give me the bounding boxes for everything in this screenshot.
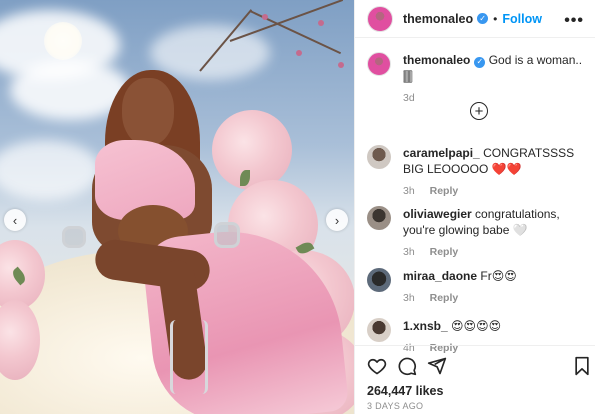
caption-age: 3d [403, 92, 415, 104]
load-more-comments-button[interactable]: + [470, 102, 488, 120]
flower-cluster [212, 110, 292, 190]
comment-age: 3h [403, 185, 415, 197]
plus-icon: + [474, 102, 484, 120]
share-icon[interactable] [427, 356, 447, 376]
post-date: 3 DAYS AGO [367, 401, 424, 411]
comment-age: 3h [403, 292, 415, 304]
chevron-left-icon: ‹ [12, 212, 18, 228]
post-photo[interactable]: ‹ › [0, 0, 354, 414]
post-side-panel: themonaleo ✓ • Follow ••• themonaleo ✓ Go… [354, 0, 595, 414]
header-username[interactable]: themonaleo [403, 12, 473, 26]
verified-badge-icon: ✓ [474, 56, 486, 68]
heel-decoration [170, 320, 208, 394]
bookmark-icon[interactable] [573, 356, 591, 376]
comment-text: Fr😍😍 [480, 269, 517, 283]
reply-button[interactable]: Reply [430, 246, 459, 258]
comment-text: 😍😍😍😍 [451, 319, 502, 333]
bud-decoration [296, 50, 302, 56]
comment-username[interactable]: caramelpapi_ [403, 146, 480, 160]
comment-item: caramelpapi_ CONGRATSSSS BIG LEOOOOO ❤️❤… [367, 145, 589, 199]
comment-username[interactable]: oliviawegier [403, 207, 472, 221]
comment-username[interactable]: miraa_daone [403, 269, 477, 283]
bangle-decoration [214, 222, 240, 248]
comment-icon[interactable] [397, 356, 417, 376]
bud-decoration [262, 14, 268, 20]
avatar[interactable] [367, 52, 391, 76]
cloud-decoration [0, 140, 100, 200]
bud-decoration [338, 62, 344, 68]
avatar[interactable] [367, 318, 391, 342]
avatar[interactable] [367, 206, 391, 230]
follow-button[interactable]: Follow [502, 12, 542, 26]
reply-button[interactable]: Reply [430, 185, 459, 197]
comment-item: oliviawegier congratulations, you're glo… [367, 206, 589, 260]
post-caption: themonaleo ✓ God is a woman.. 🀫 3d [367, 52, 587, 106]
branch-decoration [229, 0, 344, 42]
comment-age: 3h [403, 246, 415, 258]
avatar[interactable] [367, 268, 391, 292]
comment-username[interactable]: 1.xnsb_ [403, 319, 448, 333]
comment-item: miraa_daone Fr😍😍 3h Reply [367, 268, 589, 306]
likes-count[interactable]: 264,447 likes [367, 384, 443, 398]
bud-decoration [318, 20, 324, 26]
next-photo-button[interactable]: › [326, 209, 348, 231]
post-header: themonaleo ✓ • Follow ••• [355, 0, 595, 38]
more-options-icon[interactable]: ••• [564, 12, 584, 30]
verified-badge-icon: ✓ [477, 13, 489, 24]
caption-username[interactable]: themonaleo [403, 53, 470, 67]
chevron-right-icon: › [334, 212, 340, 228]
heart-icon[interactable] [367, 356, 387, 376]
reply-button[interactable]: Reply [430, 292, 459, 304]
model-face [122, 78, 174, 146]
post-actions-bar [355, 345, 595, 385]
avatar[interactable] [367, 5, 393, 32]
bangle-decoration [62, 226, 86, 248]
avatar[interactable] [367, 145, 391, 169]
separator-dot: • [493, 11, 498, 26]
previous-photo-button[interactable]: ‹ [4, 209, 26, 231]
